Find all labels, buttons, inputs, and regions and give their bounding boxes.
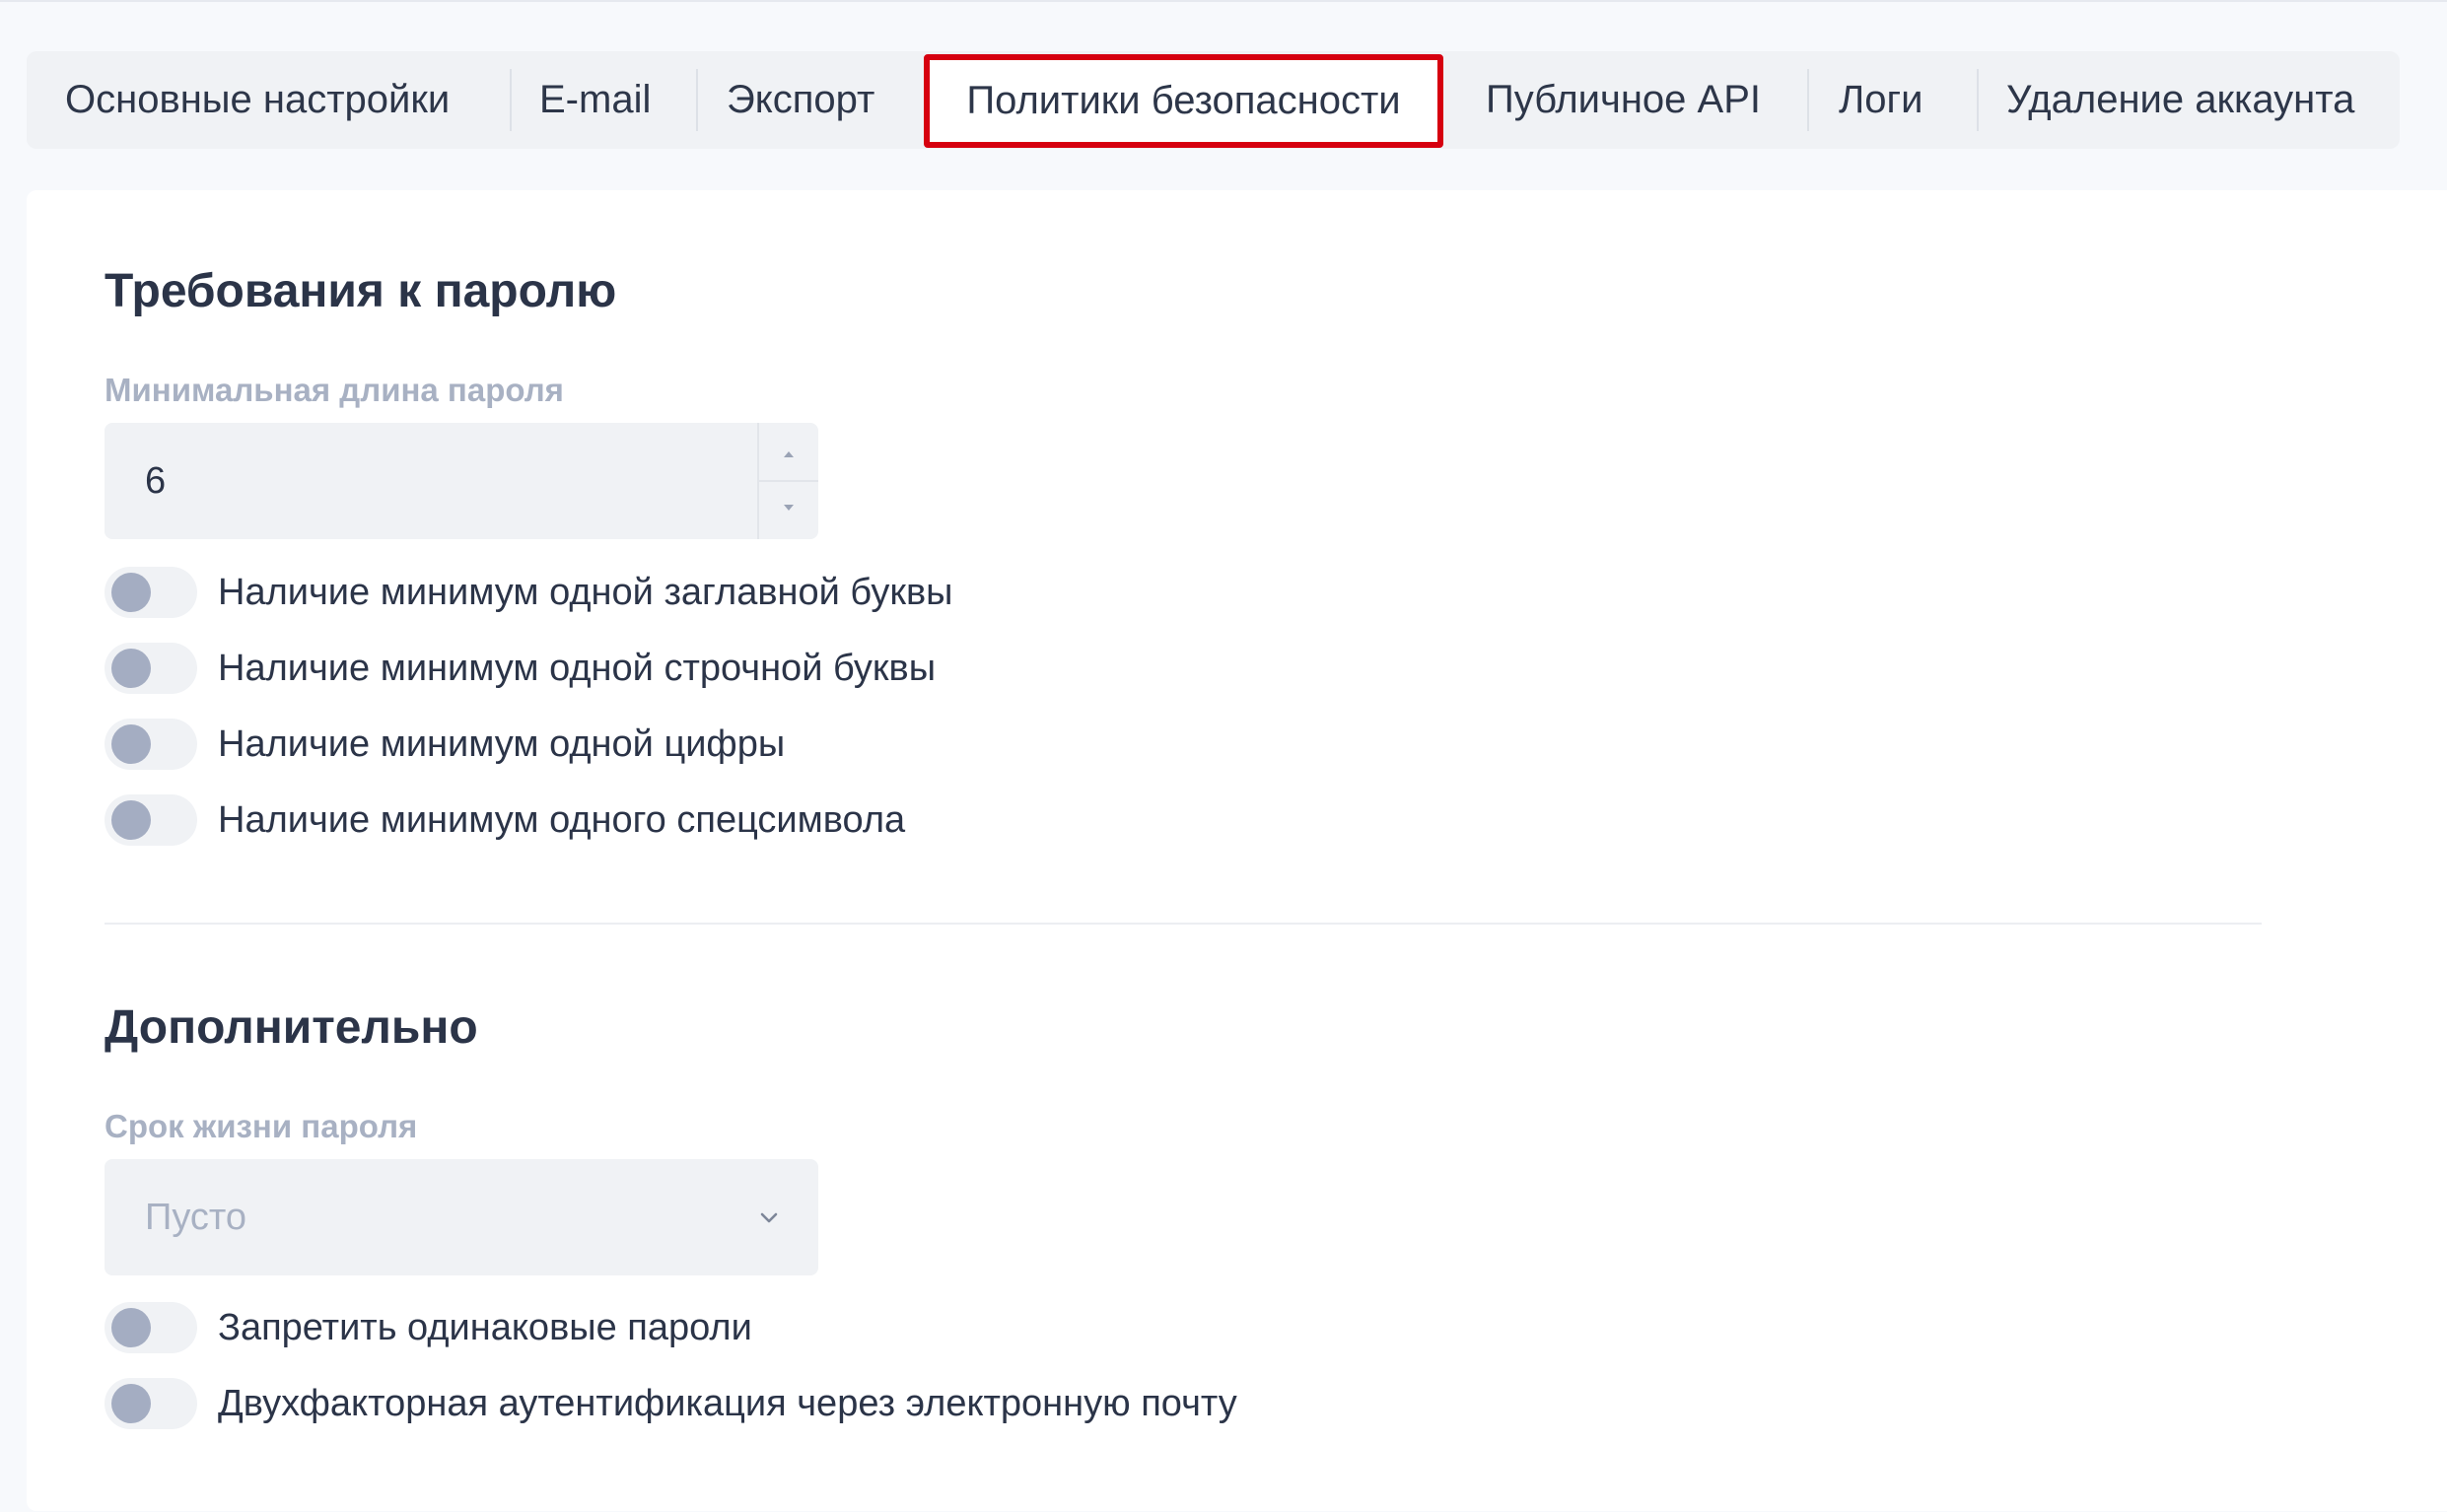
section-title-password-requirements: Требования к паролю xyxy=(105,265,617,317)
caret-up-icon xyxy=(784,451,794,457)
toggle-forbid-same-passwords[interactable] xyxy=(105,1302,197,1353)
toggle-lowercase[interactable] xyxy=(105,643,197,694)
section-divider xyxy=(105,923,2262,925)
tab-separator xyxy=(1807,69,1809,131)
tab-email[interactable]: E-mail xyxy=(539,51,651,149)
toggle-knob xyxy=(111,1384,151,1423)
tab-public-api[interactable]: Публичное API xyxy=(1486,51,1761,149)
tab-separator xyxy=(696,69,698,131)
toggle-knob xyxy=(111,1308,151,1347)
top-border xyxy=(0,0,2447,2)
toggle-special-char[interactable] xyxy=(105,794,197,846)
toggle-label: Наличие минимум одного спецсимвола xyxy=(218,799,906,841)
toggle-uppercase[interactable] xyxy=(105,567,197,618)
stepper-up-button[interactable] xyxy=(759,423,818,482)
toggle-knob xyxy=(111,724,151,764)
password-lifetime-value: Пусто xyxy=(145,1197,246,1238)
min-length-value: 6 xyxy=(145,460,167,502)
tab-separator xyxy=(1977,69,1979,131)
section-title-additional: Дополнительно xyxy=(105,1001,478,1054)
min-length-input[interactable]: 6 xyxy=(105,423,818,539)
tab-separator xyxy=(510,69,512,131)
toggle-label: Наличие минимум одной цифры xyxy=(218,723,786,765)
password-lifetime-select[interactable]: Пусто xyxy=(105,1159,818,1275)
min-length-label: Минимальная длина пароля xyxy=(105,372,564,408)
password-lifetime-label: Срок жизни пароля xyxy=(105,1108,418,1144)
toggle-digit[interactable] xyxy=(105,719,197,770)
toggle-two-factor-email[interactable] xyxy=(105,1378,197,1429)
stepper-down-button[interactable] xyxy=(759,481,818,538)
toggle-knob xyxy=(111,573,151,612)
toggle-knob xyxy=(111,649,151,688)
tab-export[interactable]: Экспорт xyxy=(727,51,874,149)
toggle-knob xyxy=(111,800,151,840)
toggle-label: Двухфакторная аутентификация через элект… xyxy=(218,1383,1237,1424)
toggle-label: Наличие минимум одной заглавной буквы xyxy=(218,572,953,613)
settings-tabs: Основные настройки E-mail Экспорт Полити… xyxy=(27,51,2400,149)
tab-security-policies[interactable]: Политики безопасности xyxy=(924,54,1443,148)
caret-down-icon xyxy=(784,505,794,511)
toggle-label: Запретить одинаковые пароли xyxy=(218,1307,752,1348)
chevron-down-icon xyxy=(760,1212,778,1223)
toggle-label: Наличие минимум одной строчной буквы xyxy=(218,648,937,689)
tab-logs[interactable]: Логи xyxy=(1839,51,1923,149)
tab-delete-account[interactable]: Удаление аккаунта xyxy=(2006,51,2354,149)
tab-general-settings[interactable]: Основные настройки xyxy=(65,51,450,149)
min-length-stepper xyxy=(757,423,818,539)
settings-card: Требования к паролю Минимальная длина па… xyxy=(27,190,2447,1511)
